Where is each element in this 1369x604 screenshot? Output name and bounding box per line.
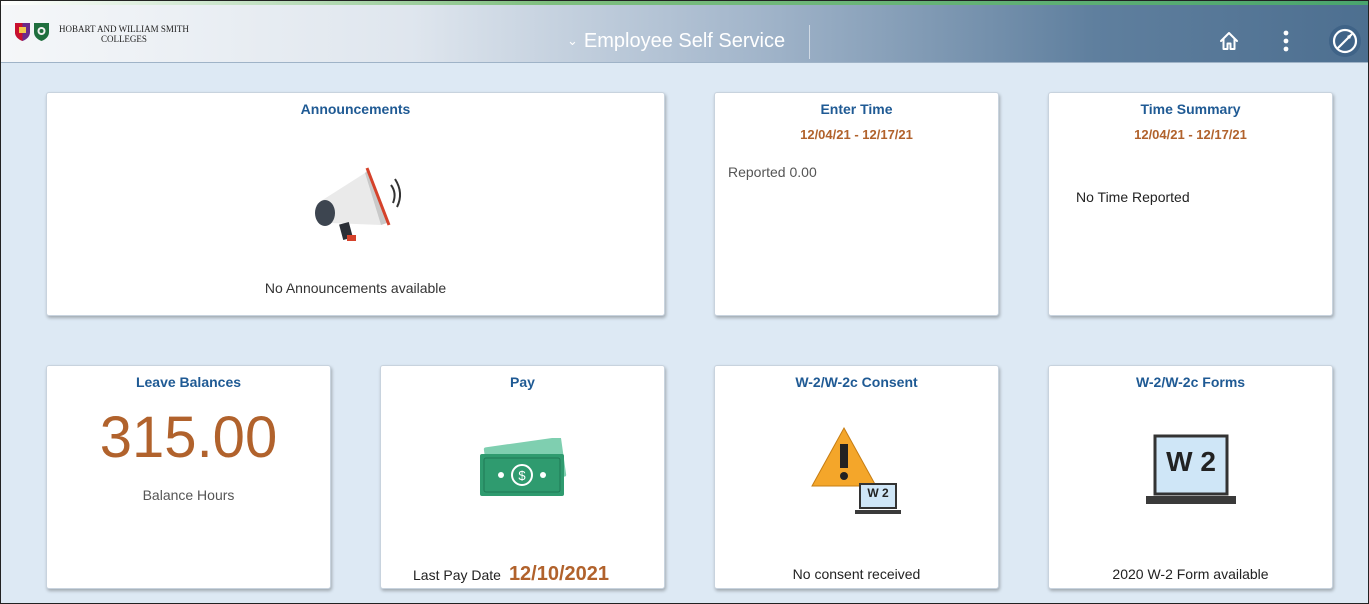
w2-forms-status: 2020 W-2 Form available [1112, 566, 1269, 582]
shield-icon [15, 23, 30, 41]
w2-forms-label: W 2 [1166, 446, 1216, 477]
logo-text: HOBART AND WILLIAM SMITH COLLEGES [59, 24, 189, 44]
money-icon: $ [480, 438, 567, 496]
navbar-icon[interactable] [1327, 23, 1363, 59]
tile-pay[interactable]: Pay $ Last Pay Date 12/10/2021 [380, 365, 665, 589]
time-summary-status: No Time Reported [1076, 189, 1190, 205]
banner-header: HOBART AND WILLIAM SMITH COLLEGES ⌄ Empl… [1, 1, 1368, 63]
megaphone-icon [315, 167, 401, 241]
consent-status: No consent received [792, 566, 921, 582]
tile-w2-consent[interactable]: W-2/W-2c Consent W 2 No consent received [714, 365, 999, 589]
period-dates: 12/04/21 - 12/17/21 [1134, 127, 1247, 142]
tile-w2-forms[interactable]: W-2/W-2c Forms W 2 2020 W-2 Form availab… [1048, 365, 1333, 589]
logo-line1: HOBART AND WILLIAM SMITH [59, 24, 189, 34]
tile-title: Pay [510, 374, 535, 390]
tile-time-summary[interactable]: Time Summary 12/04/21 - 12/17/21 No Time… [1048, 92, 1333, 316]
homepage-selector[interactable]: ⌄ Employee Self Service [567, 30, 785, 52]
last-pay-label: Last Pay Date [413, 567, 501, 583]
tile-title: W-2/W-2c Consent [795, 374, 918, 390]
shield-icon [34, 23, 49, 41]
logo-line2: COLLEGES [100, 34, 147, 44]
tile-title: Time Summary [1140, 101, 1241, 117]
tile-announcements[interactable]: Announcements No Announcements available [46, 92, 665, 316]
svg-text:$: $ [518, 468, 526, 483]
tile-title: W-2/W-2c Forms [1135, 374, 1246, 390]
tile-leave-balances[interactable]: Leave Balances 315.00 Balance Hours [46, 365, 331, 589]
last-pay-row: Last Pay Date 12/10/2021 [413, 563, 609, 586]
period-dates: 12/04/21 - 12/17/21 [800, 127, 913, 142]
leave-balance-value: 315.00 [99, 405, 278, 470]
chevron-down-icon: ⌄ [567, 33, 578, 48]
last-pay-date: 12/10/2021 [508, 563, 610, 585]
reported-hours: Reported 0.00 [728, 164, 817, 180]
warning-icon [811, 426, 901, 514]
tile-title: Announcements [300, 101, 411, 117]
balance-hours-label: Balance Hours [142, 487, 235, 503]
tile-enter-time[interactable]: Enter Time 12/04/21 - 12/17/21 Reported … [714, 92, 999, 316]
tile-title: Leave Balances [135, 374, 242, 390]
actions-menu-icon[interactable] [1271, 26, 1301, 56]
tile-title: Enter Time [820, 101, 893, 117]
divider [809, 25, 810, 59]
page-title: Employee Self Service [583, 29, 786, 52]
announcements-status: No Announcements available [264, 280, 447, 296]
home-icon[interactable] [1214, 26, 1244, 56]
college-logo[interactable]: HOBART AND WILLIAM SMITH COLLEGES [15, 23, 189, 44]
consent-w2-label: W 2 [867, 486, 889, 500]
